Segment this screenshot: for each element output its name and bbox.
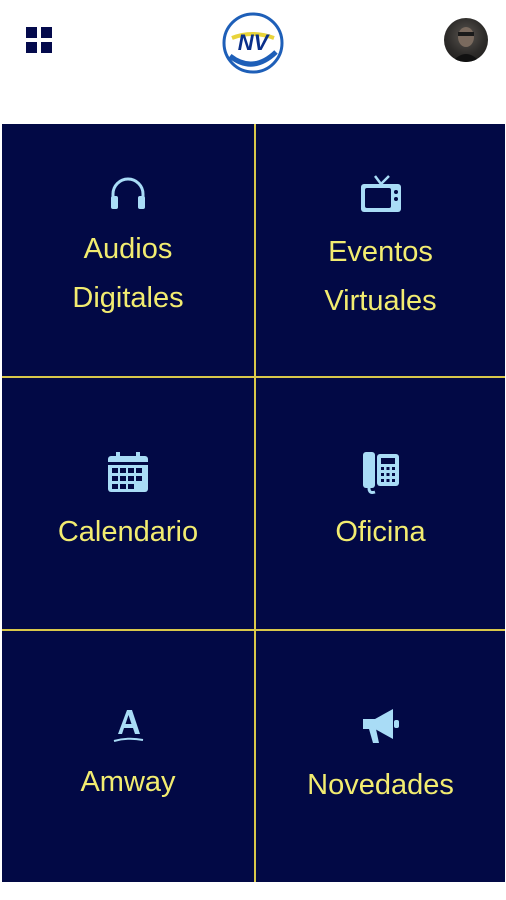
tile-label: Calendario: [57, 516, 199, 548]
tile-oficina[interactable]: Oficina: [256, 378, 505, 629]
avatar[interactable]: [444, 18, 488, 62]
tile-label: Audios Digitales: [72, 233, 184, 314]
headphones-icon: [111, 177, 145, 209]
tile-eventos-virtuales[interactable]: Eventos Virtuales: [256, 124, 505, 376]
megaphone-icon: [362, 709, 399, 743]
tile-novedades[interactable]: Novedades: [256, 631, 505, 882]
svg-text:NV: NV: [238, 30, 271, 55]
menu-grid: Audios Digitales Eventos Virtuales Calen…: [2, 124, 505, 882]
tile-label: Oficina: [335, 516, 426, 548]
phone-icon: [362, 452, 399, 494]
bottom-bar: [0, 882, 506, 900]
tv-icon: [360, 175, 401, 212]
amway-icon: [113, 710, 144, 742]
nv-logo: NV: [222, 12, 284, 74]
tile-label: Novedades: [307, 769, 454, 801]
tile-label: Amway: [80, 766, 176, 798]
grid-menu-icon[interactable]: [26, 27, 54, 55]
app-header: NV: [0, 0, 506, 124]
tile-amway[interactable]: Amway: [2, 631, 254, 882]
tile-calendario[interactable]: Calendario: [2, 378, 254, 629]
calendar-icon: [108, 452, 148, 492]
tile-label: Eventos Virtuales: [324, 236, 437, 317]
tile-audios-digitales[interactable]: Audios Digitales: [2, 124, 254, 376]
